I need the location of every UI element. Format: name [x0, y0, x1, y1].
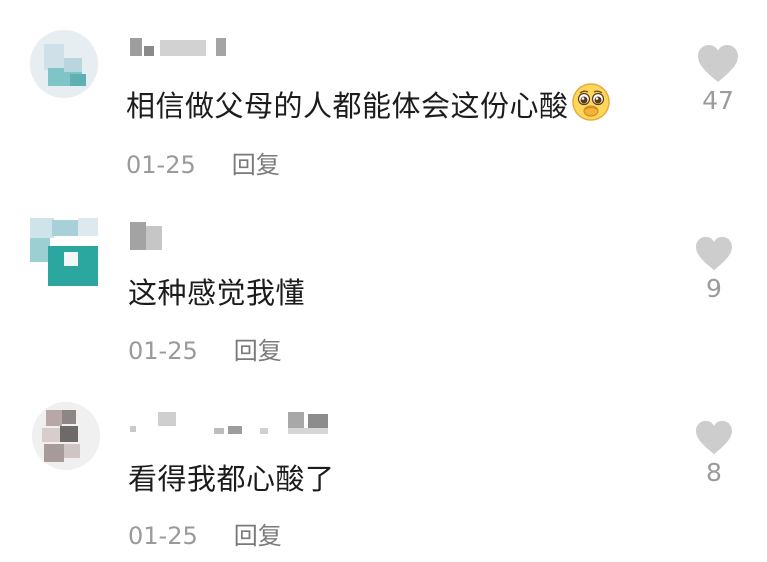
like-button[interactable]: 9: [684, 236, 744, 303]
like-count: 47: [702, 86, 734, 115]
reply-button[interactable]: 回复: [234, 522, 282, 550]
username-blurred[interactable]: [130, 410, 350, 436]
like-button[interactable]: 8: [684, 420, 744, 487]
comment-date: 01-25: [128, 337, 198, 365]
heart-icon: [696, 236, 732, 271]
comment-date: 01-25: [126, 151, 196, 179]
comment-date: 01-25: [128, 522, 198, 550]
username-blurred[interactable]: [130, 222, 166, 250]
comment-text: 看得我都心酸了: [128, 462, 335, 496]
avatar[interactable]: [32, 402, 100, 470]
like-count: 8: [706, 458, 722, 487]
avatar[interactable]: [30, 30, 98, 98]
like-count: 9: [706, 274, 722, 303]
comment-meta: 01-25 回复: [128, 516, 282, 551]
comment-text: 这种感觉我懂: [128, 276, 306, 310]
comment-meta: 01-25 回复: [126, 145, 280, 180]
heart-icon: [696, 420, 732, 455]
avatar[interactable]: [30, 218, 98, 286]
heart-icon: [698, 45, 738, 82]
like-button[interactable]: 47: [688, 44, 748, 115]
reply-button[interactable]: 回复: [234, 337, 282, 365]
reply-button[interactable]: 回复: [232, 151, 280, 179]
comment-meta: 01-25 回复: [128, 331, 282, 366]
pleading-face-emoji-icon: [571, 83, 610, 121]
comment-text: 相信做父母的人都能体会这份心酸: [126, 82, 611, 125]
comment-list: 相信做父母的人都能体会这份心酸 01-25 回复 47 这种感觉我懂 01-25…: [0, 0, 767, 562]
username-blurred[interactable]: [130, 34, 240, 60]
